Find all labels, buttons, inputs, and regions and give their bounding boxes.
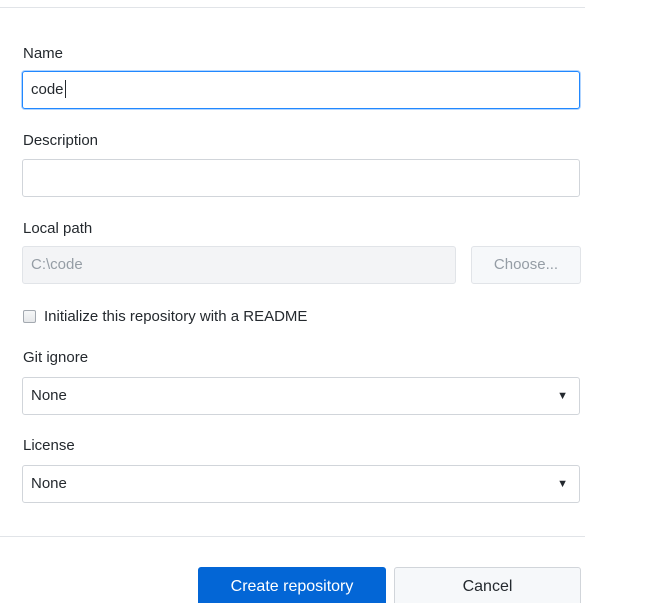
chevron-down-icon: ▼ (557, 390, 568, 402)
license-select[interactable]: None ▼ (22, 465, 580, 503)
choose-path-button[interactable]: Choose... (471, 246, 581, 284)
license-label: License (23, 437, 75, 454)
name-input-value: code (31, 81, 64, 98)
create-repository-button[interactable]: Create repository (198, 567, 386, 603)
git-ignore-label: Git ignore (23, 349, 89, 366)
bottom-divider (0, 536, 585, 537)
create-repository-dialog: Name code Description Local path C:\code… (0, 0, 651, 603)
git-ignore-selected: None (31, 387, 67, 404)
local-path-label: Local path (23, 220, 93, 237)
chevron-down-icon: ▼ (557, 478, 568, 490)
readme-checkbox-label: Initialize this repository with a README (44, 307, 308, 325)
description-label: Description (23, 132, 99, 149)
local-path-value: C:\code (31, 256, 83, 273)
readme-checkbox[interactable] (23, 309, 36, 323)
text-caret (64, 80, 66, 99)
name-label: Name (23, 45, 64, 62)
local-path-input[interactable]: C:\code (22, 246, 456, 284)
cancel-button[interactable]: Cancel (394, 567, 581, 603)
top-divider (0, 7, 585, 8)
name-input[interactable]: code (22, 71, 580, 109)
license-selected: None (31, 475, 67, 492)
readme-option[interactable]: Initialize this repository with a README (23, 306, 307, 326)
git-ignore-select[interactable]: None ▼ (22, 377, 580, 415)
description-input[interactable] (22, 159, 580, 197)
